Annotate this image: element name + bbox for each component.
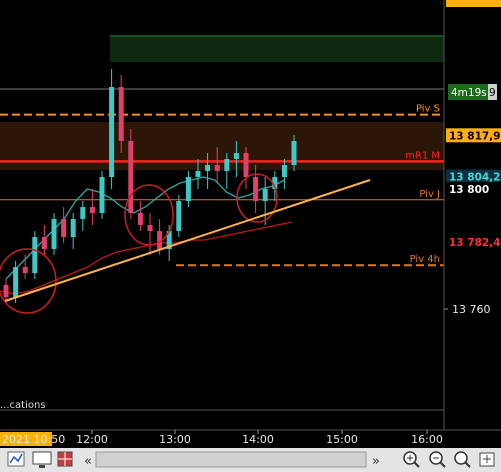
arrow-right-icon[interactable]: » bbox=[372, 454, 380, 469]
footer-text: ...cations bbox=[0, 400, 46, 411]
candle-body-19 bbox=[185, 177, 191, 201]
candle-body-27 bbox=[262, 189, 268, 201]
grid-icon[interactable] bbox=[57, 451, 73, 467]
candle-body-15 bbox=[147, 225, 153, 231]
candle-body-24 bbox=[233, 153, 239, 159]
candle-body-10 bbox=[99, 177, 105, 213]
candle-body-26 bbox=[253, 177, 259, 201]
x-tick-label-3: 15:00 bbox=[326, 433, 358, 446]
candle-body-0 bbox=[3, 285, 9, 297]
level-name-3: Piv 4h bbox=[410, 254, 440, 265]
candle-body-20 bbox=[195, 171, 201, 177]
x-tick-label-1: 13:00 bbox=[159, 433, 191, 446]
candle-body-6 bbox=[61, 219, 67, 237]
scrollbar-track[interactable] bbox=[95, 451, 367, 468]
price-box-label-1: 13 804,2 bbox=[449, 171, 500, 183]
candle-body-3 bbox=[32, 237, 38, 273]
candle-body-22 bbox=[214, 165, 220, 171]
candle-body-2 bbox=[22, 267, 28, 273]
x-tick-label-0: 12:00 bbox=[76, 433, 108, 446]
scroll-icon[interactable] bbox=[479, 452, 495, 467]
candle-body-5 bbox=[51, 219, 57, 249]
level-name-0: Piv S bbox=[416, 104, 440, 115]
level-name-2: Piv J bbox=[419, 189, 440, 200]
y-tick-label-0: 13 760 bbox=[452, 303, 491, 316]
arrow-left-icon[interactable]: « bbox=[84, 454, 92, 469]
price-box-label-3: 13 782,4 bbox=[449, 237, 500, 249]
chart-icon[interactable] bbox=[7, 451, 25, 467]
candle-body-11 bbox=[109, 87, 115, 177]
candle-body-7 bbox=[70, 219, 76, 237]
time-axis[interactable] bbox=[0, 430, 444, 448]
candle-body-4 bbox=[41, 237, 47, 249]
demand-zone bbox=[0, 122, 444, 170]
price-box-label-2: 13 800 bbox=[449, 184, 489, 196]
candle-body-18 bbox=[176, 201, 182, 231]
chart-window: Piv S13 824,8mR1 M13 809,2Piv J13 796,4P… bbox=[0, 0, 501, 472]
candle-body-21 bbox=[205, 165, 211, 171]
price-chart[interactable]: Piv S13 824,8mR1 M13 809,2Piv J13 796,4P… bbox=[0, 0, 501, 472]
x-start-label: 2021 10:50 bbox=[2, 433, 65, 446]
candle-body-25 bbox=[243, 153, 249, 177]
candle-body-30 bbox=[291, 141, 297, 165]
candle-body-23 bbox=[224, 159, 230, 171]
candle-body-12 bbox=[118, 87, 124, 141]
top-price-box bbox=[446, 0, 501, 7]
price-box-label-0: 13 817,9 bbox=[449, 130, 500, 142]
candle-body-29 bbox=[281, 165, 287, 177]
timer-suffix: 9 bbox=[489, 87, 496, 99]
x-tick-label-4: 16:00 bbox=[411, 433, 443, 446]
candle-body-8 bbox=[80, 207, 86, 219]
candle-body-1 bbox=[13, 267, 19, 297]
candle-body-9 bbox=[89, 207, 95, 213]
x-tick-label-2: 14:00 bbox=[242, 433, 274, 446]
level-name-1: mR1 M bbox=[405, 150, 440, 161]
candle-body-13 bbox=[128, 141, 134, 213]
price-axis[interactable] bbox=[444, 0, 501, 430]
timer-label: 4m19s bbox=[451, 87, 487, 99]
candle-body-14 bbox=[137, 213, 143, 225]
supply-zone bbox=[110, 36, 444, 62]
